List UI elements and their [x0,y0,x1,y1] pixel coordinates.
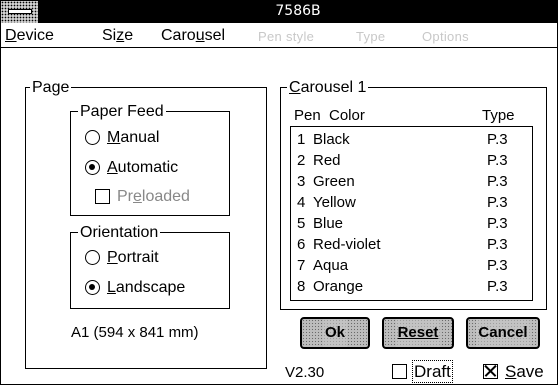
ok-button[interactable]: Ok [300,317,370,349]
automatic-radio[interactable]: Automatic [85,158,178,178]
reset-button[interactable]: Reset [382,317,454,349]
manual-radio-circle[interactable] [85,130,100,145]
dialog-window: 7586B Device Size Carousel Pen style Typ… [0,0,558,385]
automatic-radio-circle[interactable] [85,160,100,175]
landscape-radio-circle[interactable] [85,280,100,295]
save-checkbox-box[interactable] [483,364,498,379]
manual-radio[interactable]: Manual [85,128,159,148]
reset-button-label: Reset [395,319,441,347]
pen-row[interactable]: 2 Red P.3 [291,151,532,170]
ok-button-label: Ok [322,319,347,347]
save-checkbox[interactable]: Save [483,362,544,382]
pen-row[interactable]: 6 Red-violet P.3 [291,235,532,254]
menu-bar: Device Size Carousel Pen style Type Opti… [1,23,557,48]
pen-row[interactable]: 3 Green P.3 [291,172,532,191]
window-title: 7586B [275,3,321,19]
landscape-radio[interactable]: Landscape [85,278,185,298]
draft-checkbox[interactable]: Draft [392,360,453,383]
menu-options: Options [422,29,469,44]
title-bar[interactable]: 7586B [1,1,557,23]
pen-row[interactable]: 8 Orange P.3 [291,277,532,296]
menu-pen-style: Pen style [258,29,315,44]
portrait-radio[interactable]: Portrait [85,248,159,268]
version-label: V2.30 [285,364,325,381]
paper-feed-legend: Paper Feed [78,103,166,121]
orientation-legend: Orientation [78,224,161,242]
pen-row[interactable]: 7 Aqua P.3 [291,256,532,275]
draft-checkbox-label: Draft [412,360,453,383]
preloaded-checkbox[interactable]: Preloaded [95,187,190,207]
portrait-radio-circle[interactable] [85,250,100,265]
pen-row[interactable]: 5 Blue P.3 [291,214,532,233]
menu-type: Type [356,29,386,44]
pen-list[interactable]: 1 Black P.3 2 Red P.3 3 Green P.3 4 Yellow P.3 5… [290,126,533,301]
draft-checkbox-box[interactable] [392,364,407,379]
page-group-legend: Page [30,79,72,97]
system-menu-icon[interactable] [1,1,39,23]
cancel-button-label: Cancel [476,319,530,347]
type-column-header: Type [482,107,515,124]
carousel-legend: Carousel 1 [287,79,369,97]
color-column-header: Color [329,107,365,124]
preloaded-checkbox-box[interactable] [95,189,110,204]
pen-row[interactable]: 4 Yellow P.3 [291,193,532,212]
paper-size-label: A1 (594 x 841 mm) [71,324,199,341]
menu-carousel[interactable]: Carousel [161,27,225,45]
pen-row[interactable]: 1 Black P.3 [291,130,532,149]
system-menu-bar [8,9,32,14]
cancel-button[interactable]: Cancel [466,317,540,349]
menu-device[interactable]: Device [5,27,54,45]
menu-size[interactable]: Size [102,27,133,45]
pen-column-header: Pen [294,107,321,124]
